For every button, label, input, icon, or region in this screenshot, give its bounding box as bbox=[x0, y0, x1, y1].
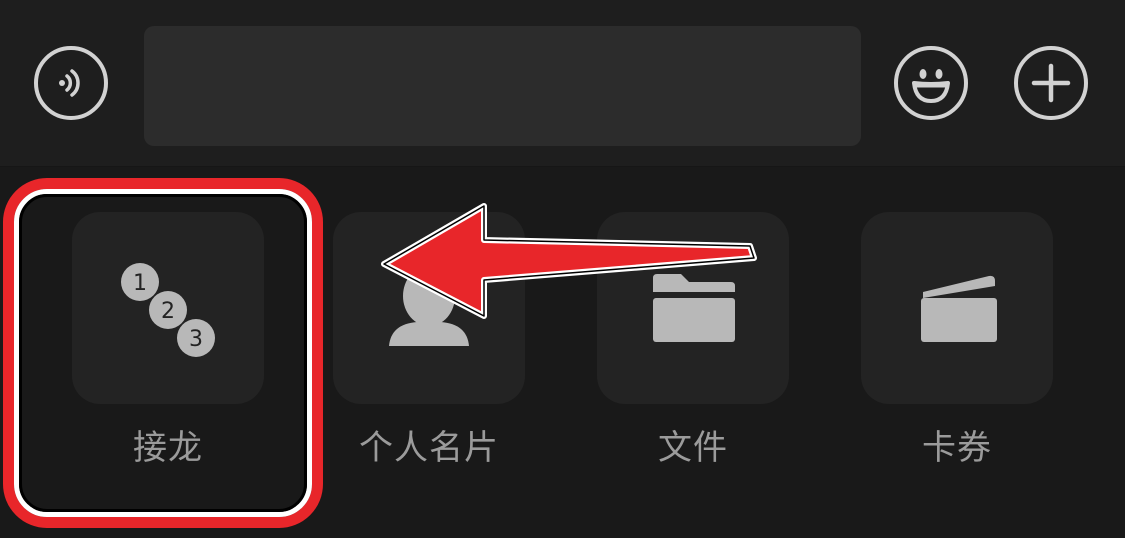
plus-icon bbox=[1031, 63, 1071, 103]
emoji-button[interactable] bbox=[894, 46, 968, 120]
message-input[interactable] bbox=[144, 26, 861, 146]
tile-label-jielong: 接龙 bbox=[133, 428, 203, 468]
tile-file[interactable] bbox=[597, 212, 789, 404]
tile-business-card[interactable] bbox=[333, 212, 525, 404]
tile-label-coupon: 卡券 bbox=[922, 428, 992, 468]
badge-3: 3 bbox=[189, 327, 203, 352]
tile-label-business-card: 个人名片 bbox=[359, 428, 499, 468]
chat-input-bar bbox=[0, 0, 1125, 167]
more-options-button[interactable] bbox=[1014, 46, 1088, 120]
voice-button[interactable] bbox=[34, 46, 108, 120]
tile-coupon[interactable] bbox=[861, 212, 1053, 404]
smiley-face-icon bbox=[912, 69, 950, 103]
tile-label-file: 文件 bbox=[658, 428, 728, 468]
person-icon bbox=[389, 266, 469, 346]
tile-jielong[interactable]: 1 2 3 bbox=[72, 212, 264, 404]
numbered-list-icon: 1 2 3 bbox=[121, 263, 215, 357]
wallet-icon bbox=[921, 275, 997, 342]
badge-1: 1 bbox=[133, 271, 147, 296]
badge-2: 2 bbox=[161, 299, 175, 324]
voice-wave-icon bbox=[59, 69, 80, 97]
folder-icon bbox=[653, 274, 735, 342]
